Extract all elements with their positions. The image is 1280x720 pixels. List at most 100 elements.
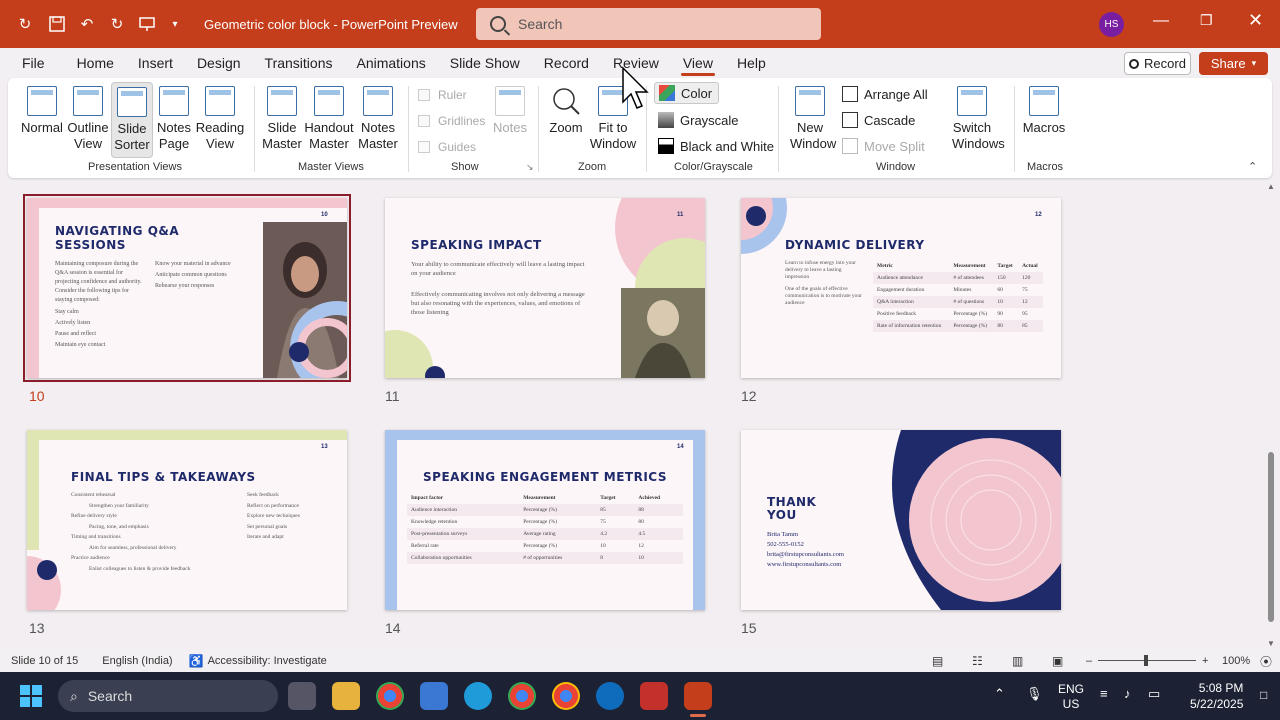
tab-transitions[interactable]: Transitions	[253, 48, 345, 78]
volume-icon[interactable]: ♪	[1124, 686, 1131, 701]
slide-thumbnail-13[interactable]: 13 FINAL TIPS & TAKEAWAYS Consistent reh…	[27, 430, 347, 610]
chrome-icon[interactable]	[376, 682, 404, 710]
scroll-down-icon[interactable]: ▼	[1267, 639, 1275, 648]
share-button[interactable]: Share ▾	[1199, 52, 1268, 75]
avatar[interactable]: HS	[1099, 12, 1124, 37]
record-button[interactable]: Record	[1124, 52, 1191, 75]
notes-page-button[interactable]: Notes Page	[156, 86, 192, 152]
reading-view-button[interactable]: Reading View	[196, 86, 244, 152]
tab-design[interactable]: Design	[185, 48, 253, 78]
move-split-button[interactable]: Move Split	[842, 138, 925, 154]
normal-view-status-icon[interactable]: ▤	[932, 654, 943, 668]
zoom-in-icon[interactable]: +	[1202, 655, 1208, 667]
you-text: YOU	[767, 508, 797, 522]
task-view-icon[interactable]	[288, 682, 316, 710]
reading-view-status-icon[interactable]: ▥	[1012, 654, 1023, 668]
switch-windows-button[interactable]: Switch Windows	[940, 86, 1005, 152]
language-indicator[interactable]: English (India)	[102, 655, 172, 667]
table-cell: 12	[1018, 296, 1043, 308]
handout-master-button[interactable]: Handout Master	[304, 86, 354, 152]
notification-icon[interactable]: □	[1260, 688, 1267, 702]
input-language[interactable]: ENG US	[1058, 682, 1084, 712]
battery-icon[interactable]: ▭	[1148, 686, 1160, 702]
chevron-up-icon[interactable]: ⌃	[994, 686, 1005, 702]
gridlines-checkbox[interactable]: Gridlines	[418, 114, 485, 128]
redo-icon[interactable]: ↻	[106, 13, 128, 35]
customize-qat-icon[interactable]: ▾	[164, 13, 186, 35]
close-icon[interactable]: ✕	[1248, 10, 1263, 31]
table-header: Actual	[1022, 263, 1038, 269]
tab-file[interactable]: File	[10, 48, 57, 78]
tab-slide-show[interactable]: Slide Show	[438, 48, 532, 78]
table-cell: Percentage (%)	[523, 543, 557, 549]
minimize-icon[interactable]: —	[1153, 12, 1169, 30]
slideshow-status-icon[interactable]: ▣	[1052, 654, 1063, 668]
search-placeholder: Search	[518, 16, 563, 32]
zoom-button[interactable]: Zoom	[546, 86, 586, 136]
slide-count: Slide 10 of 15	[11, 655, 79, 667]
notes-button[interactable]: Notes	[492, 86, 528, 136]
windows-start-icon[interactable]	[20, 685, 42, 707]
tab-help[interactable]: Help	[725, 48, 778, 78]
undo-icon[interactable]: ↶	[76, 13, 98, 35]
table-cell: Post-presentation surveys	[407, 528, 520, 540]
notepad-icon[interactable]	[420, 682, 448, 710]
slide-thumbnail-11[interactable]: 11 SPEAKING IMPACT Your ability to commu…	[385, 198, 705, 378]
normal-view-button[interactable]: Normal	[18, 86, 66, 136]
notes-master-button[interactable]: Notes Master	[358, 86, 398, 152]
restore-icon[interactable]: ❐	[1200, 12, 1213, 29]
fit-slide-icon[interactable]: ⦿	[1260, 653, 1272, 670]
grayscale-option[interactable]: Grayscale	[658, 112, 739, 128]
present-icon[interactable]	[136, 13, 158, 35]
edge-dev-icon[interactable]	[596, 682, 624, 710]
ruler-label: Ruler	[438, 88, 467, 102]
color-option[interactable]: Color	[654, 82, 720, 104]
collapse-ribbon-icon[interactable]: ⌃	[1248, 160, 1257, 173]
ruler-checkbox[interactable]: Ruler	[418, 88, 467, 102]
dialog-launcher-icon[interactable]: ↘	[526, 162, 534, 173]
taskbar-search[interactable]: ⌕ Search	[58, 680, 278, 712]
tab-view[interactable]: View	[671, 48, 725, 78]
lang-code: ENG	[1058, 682, 1085, 696]
slide-thumbnail-14[interactable]: 14 SPEAKING ENGAGEMENT METRICS Impact fa…	[385, 430, 705, 610]
slide-thumbnail-12[interactable]: 12 DYNAMIC DELIVERY Learn to infuse ener…	[741, 198, 1061, 378]
black-and-white-option[interactable]: Black and White	[658, 138, 774, 154]
search-input[interactable]: Search	[476, 8, 821, 40]
arrange-all-button[interactable]: Arrange All	[842, 86, 928, 102]
file-explorer-icon[interactable]	[332, 682, 360, 710]
system-clock[interactable]: 5:08 PM 5/22/2025	[1190, 680, 1243, 712]
tab-insert[interactable]: Insert	[126, 48, 185, 78]
powerpoint-icon[interactable]	[684, 682, 712, 710]
chrome-profile-icon[interactable]	[508, 682, 536, 710]
table-cell: Q&A interaction	[873, 296, 950, 308]
cascade-button[interactable]: Cascade	[842, 112, 915, 128]
new-window-button[interactable]: New Window	[786, 86, 836, 152]
scroll-up-icon[interactable]: ▲	[1267, 182, 1275, 191]
edge-icon[interactable]	[464, 682, 492, 710]
guides-checkbox[interactable]: Guides	[418, 140, 476, 154]
chrome-canary-icon[interactable]	[552, 682, 580, 710]
slide-master-button[interactable]: Slide Master	[262, 86, 302, 152]
accessibility-status[interactable]: Accessibility: Investigate	[208, 655, 327, 667]
slide-bullets-right: Seek feedback Reflect on performance Exp…	[247, 490, 337, 543]
zoom-level[interactable]: 100%	[1222, 655, 1250, 667]
slide-thumbnail-15[interactable]: THANK YOU Brita Tamm 502-555-0152 brita@…	[741, 430, 1061, 610]
outline-view-button[interactable]: Outline View	[66, 86, 110, 152]
tab-animations[interactable]: Animations	[344, 48, 437, 78]
tab-record[interactable]: Record	[532, 48, 601, 78]
slide-page-number: 14	[677, 444, 684, 450]
slide-sorter-button[interactable]: Slide Sorter	[111, 82, 153, 158]
camtasia-icon[interactable]	[640, 682, 668, 710]
zoom-slider-thumb[interactable]	[1144, 655, 1148, 666]
tab-home[interactable]: Home	[65, 48, 126, 78]
slide-sorter-status-icon[interactable]: ☷	[972, 654, 983, 668]
scrollbar-thumb[interactable]	[1268, 452, 1274, 622]
macros-button[interactable]: Macros	[1022, 86, 1066, 136]
autosave-icon[interactable]: ↻	[14, 13, 36, 35]
wifi-icon[interactable]: ≡	[1100, 686, 1108, 701]
slide-thumbnail-10[interactable]: 10 NAVIGATING Q&A SESSIONS Maintaining c…	[23, 194, 351, 382]
zoom-out-icon[interactable]: –	[1086, 655, 1092, 667]
vertical-scrollbar[interactable]: ▲ ▼	[1266, 182, 1276, 648]
save-icon[interactable]	[46, 13, 68, 35]
microphone-icon[interactable]: 🎙	[1026, 686, 1043, 702]
